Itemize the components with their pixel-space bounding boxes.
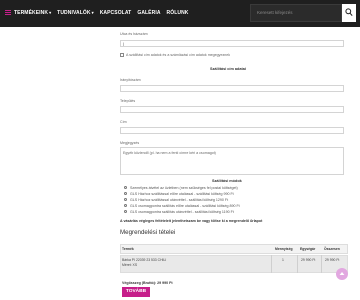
- order-quantity: 1: [282, 258, 284, 262]
- notes-placeholder: Egyéb közlendő (pl. ha nem a fenti címre…: [123, 151, 216, 155]
- zip-input[interactable]: [120, 85, 344, 92]
- search-placeholder: Keresett kifejezés: [257, 10, 293, 15]
- shipping-option-label: GLS Házhoz szállítással utánvéttel - szá…: [130, 197, 229, 202]
- shipping-option-radio[interactable]: [124, 198, 127, 201]
- top-navbar: TERMÉKEINK▾ TUDNIVALÓK▾ KAPCSOLAT GALÉRI…: [0, 0, 360, 27]
- nav-item-rolunk[interactable]: RÓLUNK: [167, 10, 189, 16]
- order-unit-price: 29 990 Ft: [301, 258, 316, 262]
- shipping-methods-title: Szállítási módok: [212, 179, 242, 183]
- order-sum: Végösszeg (Bruttó): 29 990 Ft: [122, 281, 173, 285]
- nav-item-kapcsolat[interactable]: KAPCSOLAT: [100, 10, 132, 16]
- street-input[interactable]: |: [120, 40, 344, 47]
- same-address-checkbox[interactable]: [120, 53, 124, 57]
- order-product-size: Méret: XS: [122, 263, 138, 267]
- notes-textarea[interactable]: Egyéb közlendő (pl. ha nem a fenti címre…: [120, 147, 344, 175]
- search-icon: [345, 8, 353, 16]
- nav-item-label: KAPCSOLAT: [99, 10, 132, 16]
- zip-label: Irányítószám: [120, 78, 141, 82]
- order-product-name[interactable]: Bárka PI 22039 23 533 CHILI: [122, 258, 166, 262]
- table-divider: [271, 255, 272, 273]
- order-items-title: Megrendelési tételei: [120, 229, 176, 236]
- shipping-option-radio[interactable]: [124, 192, 127, 195]
- shipping-option-label: Személyes átvétel az üzletben (nem szüks…: [130, 185, 238, 190]
- table-divider: [321, 255, 322, 273]
- same-address-label: A szállítási cím adatok és a számlázási …: [126, 53, 231, 57]
- col-quantity-header: Mennyiség: [275, 247, 293, 251]
- nav-item-tudnivalok[interactable]: TUDNIVALÓK▾: [57, 10, 94, 16]
- nav-item-label: TERMÉKEINK: [14, 10, 49, 16]
- street-label: Utca és házszám: [120, 32, 148, 36]
- nav-item-label: GALÉRIA: [137, 10, 161, 16]
- order-total: 29 990 Ft: [325, 258, 340, 262]
- main-nav: TERMÉKEINK▾ TUDNIVALÓK▾ KAPCSOLAT GALÉRI…: [14, 10, 189, 16]
- shipping-option-radio[interactable]: [124, 204, 127, 207]
- hamburger-menu-icon[interactable]: [5, 10, 11, 16]
- shipping-option-label: GLS csomagpontra szállítás előre utaláss…: [130, 203, 240, 208]
- street-input-value: |: [123, 42, 124, 46]
- nav-item-galeria[interactable]: GALÉRIA: [137, 10, 160, 16]
- next-button[interactable]: TOVÁBB: [122, 287, 150, 297]
- shipping-option-radio[interactable]: [124, 186, 127, 189]
- shipping-option-label: GLS csomagpontra szállítás utánvéttel - …: [130, 209, 234, 214]
- terms-text: A vásárlás végleges feltételeit jelenthe…: [120, 219, 263, 223]
- city-input[interactable]: [120, 106, 344, 113]
- col-total-header: Összesen: [324, 247, 340, 251]
- address-input[interactable]: [120, 127, 344, 134]
- nav-item-termekeink[interactable]: TERMÉKEINK▾: [14, 10, 51, 16]
- scroll-to-top-button[interactable]: [336, 268, 348, 280]
- shipping-option-label: GLS Házhoz szállítással előre utalással …: [130, 191, 234, 196]
- address-label: Cím: [120, 120, 127, 124]
- shipping-option-radio[interactable]: [124, 210, 127, 213]
- col-product-header: Termék: [122, 247, 134, 251]
- shipping-address-title: Szállítási cím adatai: [210, 67, 246, 71]
- arrow-up-icon: [339, 272, 345, 275]
- search-input[interactable]: Keresett kifejezés: [250, 4, 342, 22]
- chevron-down-icon: ▾: [49, 10, 52, 15]
- table-divider: [297, 255, 298, 273]
- notes-label: Megjegyzés: [120, 141, 140, 145]
- nav-item-label: TUDNIVALÓK: [57, 10, 91, 16]
- nav-item-label: RÓLUNK: [166, 10, 189, 16]
- city-label: Település: [120, 99, 136, 103]
- chevron-down-icon: ▾: [91, 10, 94, 15]
- col-unit-price-header: Egységár: [300, 247, 316, 251]
- search-button[interactable]: [342, 4, 356, 22]
